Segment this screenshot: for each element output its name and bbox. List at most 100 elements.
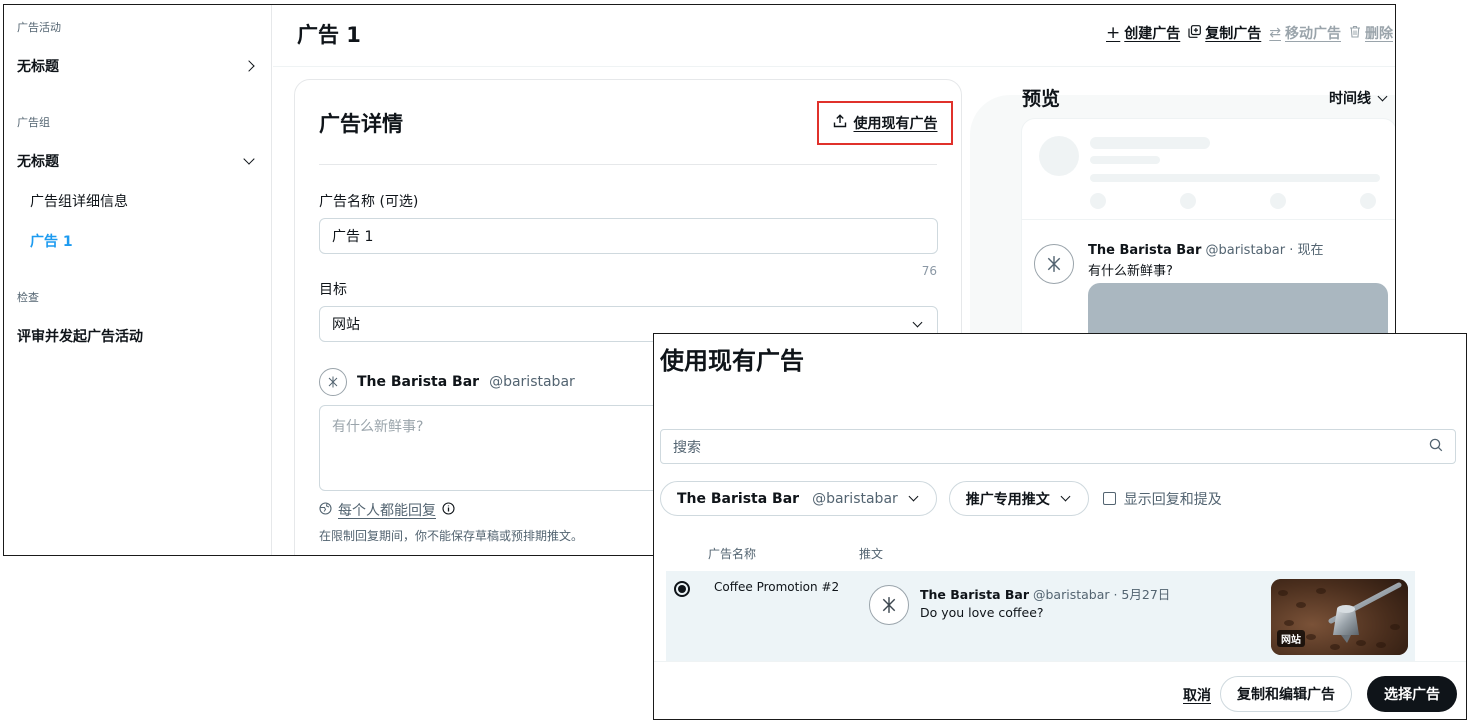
reply-setting[interactable]: 每个人都能回复 [319,500,455,520]
trash-icon [1349,25,1361,42]
ad-name-value: 广告 1 [332,229,374,245]
table-row[interactable]: Coffee Promotion #2 The Barista Bar @bar… [666,571,1415,661]
show-replies-checkbox[interactable]: 显示回复和提及 [1102,489,1222,509]
row-tweet-meta: @baristabar · 5月27日 [1032,587,1171,602]
move-ad-button[interactable]: ⇄ 移动广告 [1269,23,1341,43]
ad-details-title: 广告详情 [319,112,403,136]
search-icon [1429,438,1443,456]
use-existing-ad-button[interactable]: 使用现有广告 [817,101,953,145]
filters: The Barista Bar @baristabar 推广专用推文 显示回复和… [660,481,1222,516]
character-counter: 76 [921,264,937,278]
sidebar-item-ad-1[interactable]: 广告 1 [30,231,73,251]
sidebar-section-campaign: 广告活动 [17,21,61,34]
preview-view-label: 时间线 [1329,91,1371,107]
sidebar-item-label: 无标题 [17,154,59,170]
chevron-down-icon [243,153,255,165]
objective-label: 目标 [319,282,347,298]
show-replies-label: 显示回复和提及 [1123,491,1222,508]
upload-icon [833,114,847,132]
row-ad-name: Coffee Promotion #2 [714,580,840,594]
preview-tweet-text: 有什么新鲜事? [1088,264,1173,279]
skeleton-avatar [1039,136,1079,176]
account-filter-dropdown[interactable]: The Barista Bar @baristabar [660,481,937,516]
chevron-down-icon [1060,491,1071,502]
account-handle: @baristabar [489,374,575,390]
skeleton-dot [1270,193,1286,209]
select-ad-button[interactable]: 选择广告 [1367,676,1457,712]
row-tweet-text: Do you love coffee? [920,605,1044,620]
duplicate-and-edit-label: 复制和编辑广告 [1237,687,1335,703]
skeleton-dot [1090,193,1106,209]
create-ad-label: 创建广告 [1124,26,1181,42]
account-filter-handle: @baristabar [812,490,898,507]
page-header: 广告 1 + 创建广告 复制广告 ⇄ 移动广告 删除 [273,5,1395,67]
ad-name-label: 广告名称 (可选) [319,194,419,210]
media-type-badge: 网站 [1277,630,1305,647]
delete-ad-label: 删除 [1365,26,1393,42]
create-ad-button[interactable]: + 创建广告 [1106,23,1180,43]
duplicate-ad-label: 复制广告 [1205,26,1262,42]
objective-value: 网站 [332,317,360,333]
skeleton-line [1090,156,1160,164]
sidebar-item-campaign[interactable]: 无标题 [17,56,257,76]
sidebar-section-adgroup: 广告组 [17,116,50,129]
delete-ad-button[interactable]: 删除 [1349,23,1393,43]
use-existing-ad-dialog: 使用现有广告 搜索 The Barista Bar @baristabar 推广… [653,333,1467,720]
chevron-down-icon [908,491,919,502]
reply-note: 在限制回复期间，你不能保存草稿或预排期推文。 [319,529,584,543]
skeleton-dot [1360,193,1376,209]
tweet-type-filter-label: 推广专用推文 [965,491,1050,508]
select-ad-label: 选择广告 [1384,687,1440,703]
chevron-down-icon [1377,91,1388,101]
move-ad-label: 移动广告 [1285,26,1341,42]
sidebar-item-label: 无标题 [17,59,59,75]
preview-tweet-meta: @baristabar · 现在 [1205,243,1324,258]
preview-tweet: The Barista Bar @baristabar · 现在 有什么新鲜事? [1088,239,1323,279]
cancel-button[interactable]: 取消 [1183,685,1211,705]
account-row: The Barista Bar @baristabar [319,368,575,396]
chevron-right-icon [243,60,255,72]
sidebar-item-adgroup-details[interactable]: 广告组详细信息 [30,191,128,211]
reply-setting-label: 每个人都能回复 [338,503,436,519]
duplicate-and-edit-button[interactable]: 复制和编辑广告 [1220,676,1352,712]
row-media-thumbnail: 网站 [1271,579,1408,655]
dialog-title: 使用现有广告 [660,347,804,375]
row-tweet: The Barista Bar @baristabar · 5月27日 Do y… [920,584,1170,620]
divider [654,661,1466,662]
sidebar-item-review[interactable]: 评审并发起广告活动 [17,326,257,346]
account-filter-name: The Barista Bar [677,490,800,507]
compose-placeholder: 有什么新鲜事? [332,419,424,435]
checkbox[interactable] [1102,492,1116,505]
plus-icon: + [1106,23,1121,43]
duplicate-ad-button[interactable]: 复制广告 [1188,23,1261,43]
preview-title: 预览 [1022,88,1061,110]
skeleton-line [1090,174,1380,182]
preview-tweet-name: The Barista Bar [1088,243,1202,258]
avatar [319,368,347,396]
page-title: 广告 1 [297,23,361,47]
copy-icon [1188,24,1202,42]
divider [1022,219,1395,220]
tweet-type-filter-dropdown[interactable]: 推广专用推文 [948,481,1089,516]
account-name: The Barista Bar [357,374,480,390]
divider [319,164,937,165]
sidebar-section-review: 检查 [17,291,39,304]
row-tweet-name: The Barista Bar [920,587,1029,602]
sidebar-item-adgroup[interactable]: 无标题 [17,151,257,171]
sidebar-item-label: 评审并发起广告活动 [17,329,143,345]
ad-name-input[interactable]: 广告 1 [319,218,938,254]
preview-view-select[interactable]: 时间线 [1329,88,1390,108]
use-existing-ad-label: 使用现有广告 [853,116,938,132]
sidebar: 广告活动 无标题 广告组 无标题 广告组详细信息 广告 1 检查 评审并发起广告… [4,5,272,555]
avatar [869,585,909,625]
search-placeholder: 搜索 [673,439,701,456]
skeleton-dot [1180,193,1196,209]
search-input[interactable]: 搜索 [660,429,1456,464]
swap-icon: ⇄ [1269,25,1281,41]
header-actions: + 创建广告 复制广告 ⇄ 移动广告 删除 [1106,23,1393,43]
column-header-tweet: 推文 [859,547,884,561]
globe-icon [319,501,332,519]
row-radio-selected[interactable] [674,581,690,597]
info-icon[interactable] [442,501,455,519]
chevron-down-icon [912,317,923,327]
